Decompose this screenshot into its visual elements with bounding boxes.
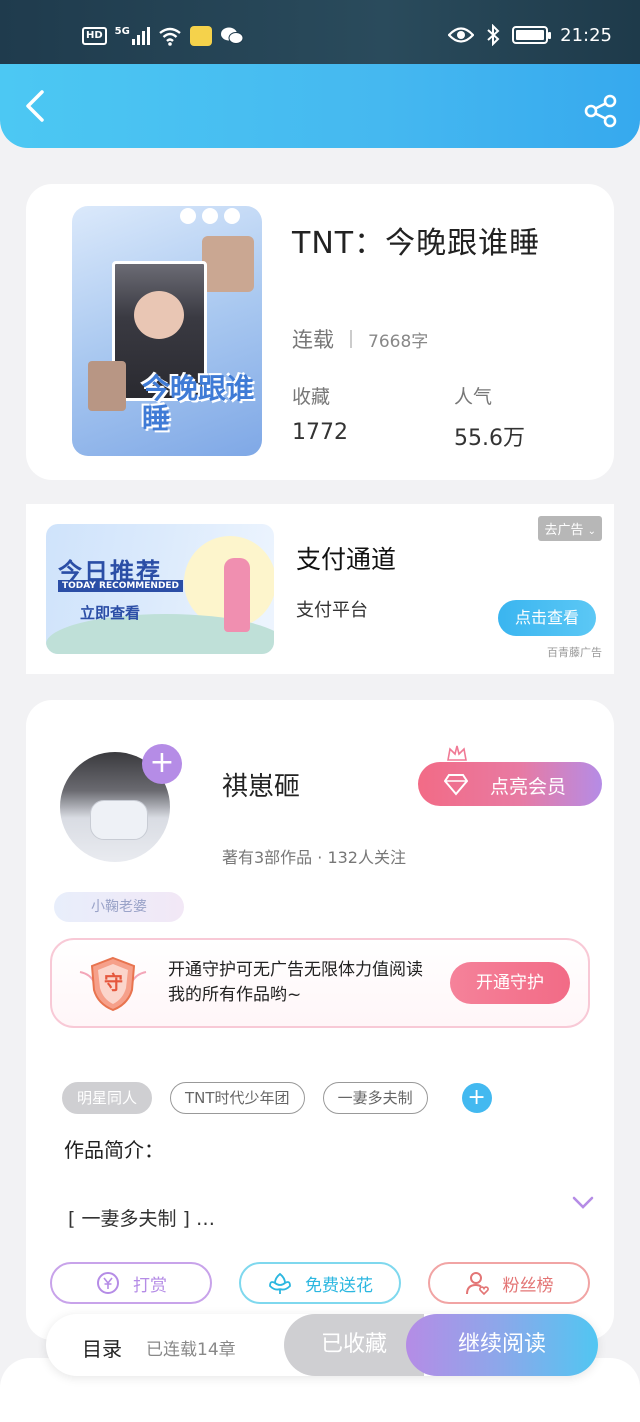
book-info-card: 今晚跟谁睡 TNT：今晚跟谁睡 连载 7668字 收藏 1772 人气 55.6… xyxy=(26,184,614,480)
author-card: + 祺崽砸 著有3部作品 · 132人关注 点亮会员 小鞠老婆 守 开通守护可无… xyxy=(26,700,614,1340)
intro-text: [ 一妻多夫制 ] … xyxy=(68,1208,215,1230)
guard-icon-text: 守 xyxy=(104,972,124,994)
crown-icon xyxy=(447,745,467,761)
popularity-value: 55.6万 xyxy=(454,426,525,451)
user-heart-icon xyxy=(465,1272,489,1296)
word-count: 7668字 xyxy=(368,331,429,352)
popularity-label: 人气 xyxy=(454,386,493,408)
ad-source: 百青藤广告 xyxy=(547,646,602,659)
flower-icon xyxy=(269,1272,291,1294)
network-label: 5G xyxy=(114,26,130,37)
toc-button[interactable]: 目录 xyxy=(82,1333,122,1362)
chevron-down-icon[interactable] xyxy=(572,1196,594,1210)
share-icon[interactable] xyxy=(584,94,618,128)
fans-label: 粉丝榜 xyxy=(502,1275,554,1296)
bottom-action-bar: 目录 已连载14章 已收藏 继续阅读 xyxy=(46,1314,598,1376)
ad-image[interactable]: 今日推荐 TODAY RECOMMENDED 立即查看 xyxy=(46,524,274,654)
fans-rank-button[interactable]: 粉丝榜 xyxy=(428,1262,590,1304)
status-bar: HD 5G 21:25 xyxy=(0,0,640,66)
ad-image-subtitle: TODAY RECOMMENDED xyxy=(58,580,184,592)
tag-item[interactable]: TNT时代少年团 xyxy=(170,1082,305,1114)
follow-plus-icon[interactable]: + xyxy=(142,744,182,784)
open-guard-button[interactable]: 开通守护 xyxy=(450,962,570,1004)
status-right: 21:25 xyxy=(448,24,612,46)
serial-status: 连载 xyxy=(292,328,334,352)
status-left: HD 5G xyxy=(82,26,244,46)
reward-button[interactable]: 打赏 xyxy=(50,1262,212,1304)
hd-badge: HD xyxy=(82,27,107,45)
remove-ad-label: 去广告 xyxy=(544,523,584,538)
diamond-icon xyxy=(444,774,468,796)
tag-item[interactable]: 明星同人 xyxy=(62,1082,153,1114)
chevron-down-icon: ⌄ xyxy=(587,526,596,537)
bluetooth-icon xyxy=(487,24,500,46)
ad-image-cta: 立即查看 xyxy=(80,604,141,622)
signal-icon xyxy=(131,27,150,45)
guard-text: 开通守护可无广告无限体力值阅读我的所有作品哟~ xyxy=(168,960,423,1005)
eye-icon xyxy=(448,27,475,43)
status-time: 21:25 xyxy=(560,24,612,46)
battery-icon xyxy=(512,26,552,44)
vip-button[interactable]: 点亮会员 xyxy=(418,762,602,806)
top-nav-bar xyxy=(0,64,640,148)
book-cover-image[interactable]: 今晚跟谁睡 xyxy=(72,206,262,456)
tag-list: 明星同人 TNT时代少年团 一妻多夫制 + xyxy=(62,1082,492,1114)
tag-item[interactable]: 一妻多夫制 xyxy=(322,1082,428,1114)
fan-badge: 小鞠老婆 xyxy=(54,892,184,922)
book-status-row: 连载 7668字 xyxy=(292,324,428,354)
send-flower-button[interactable]: 免费送花 xyxy=(239,1262,401,1304)
ad-title: 支付通道 xyxy=(296,545,397,574)
guard-banner[interactable]: 守 开通守护可无广告无限体力值阅读我的所有作品哟~ 开通守护 xyxy=(50,938,590,1028)
ad-subtitle: 支付平台 xyxy=(296,600,368,621)
girl-illustration xyxy=(224,558,250,632)
coin-icon xyxy=(97,1272,119,1294)
notification-app-icon xyxy=(189,26,212,46)
book-title: TNT：今晚跟谁睡 xyxy=(292,226,541,261)
divider xyxy=(350,330,352,348)
author-name[interactable]: 祺崽砸 xyxy=(222,766,300,803)
wifi-icon xyxy=(159,27,181,46)
author-meta: 著有3部作品 · 132人关注 xyxy=(222,848,406,867)
action-buttons: 打赏 免费送花 粉丝榜 xyxy=(50,1262,590,1304)
flower-label: 免费送花 xyxy=(305,1275,373,1296)
add-tag-icon[interactable]: + xyxy=(461,1083,492,1113)
vip-button-label: 点亮会员 xyxy=(490,776,567,798)
continue-reading-button[interactable]: 继续阅读 xyxy=(406,1314,598,1376)
cover-title: 今晚跟谁睡 xyxy=(142,372,255,435)
wechat-icon xyxy=(220,27,244,44)
chapter-count: 已连载14章 xyxy=(146,1340,236,1360)
collected-button[interactable]: 已收藏 xyxy=(284,1314,424,1376)
favorites-value: 1772 xyxy=(292,420,348,445)
favorites-label: 收藏 xyxy=(292,386,331,408)
ad-view-button[interactable]: 点击查看 xyxy=(498,600,596,636)
ad-banner[interactable]: 今日推荐 TODAY RECOMMENDED 立即查看 支付通道 支付平台 去广… xyxy=(26,504,614,674)
remove-ad-button[interactable]: 去广告 ⌄ xyxy=(538,516,602,541)
reward-label: 打赏 xyxy=(133,1275,167,1296)
back-icon[interactable] xyxy=(18,88,54,124)
intro-label: 作品简介： xyxy=(64,1138,164,1162)
